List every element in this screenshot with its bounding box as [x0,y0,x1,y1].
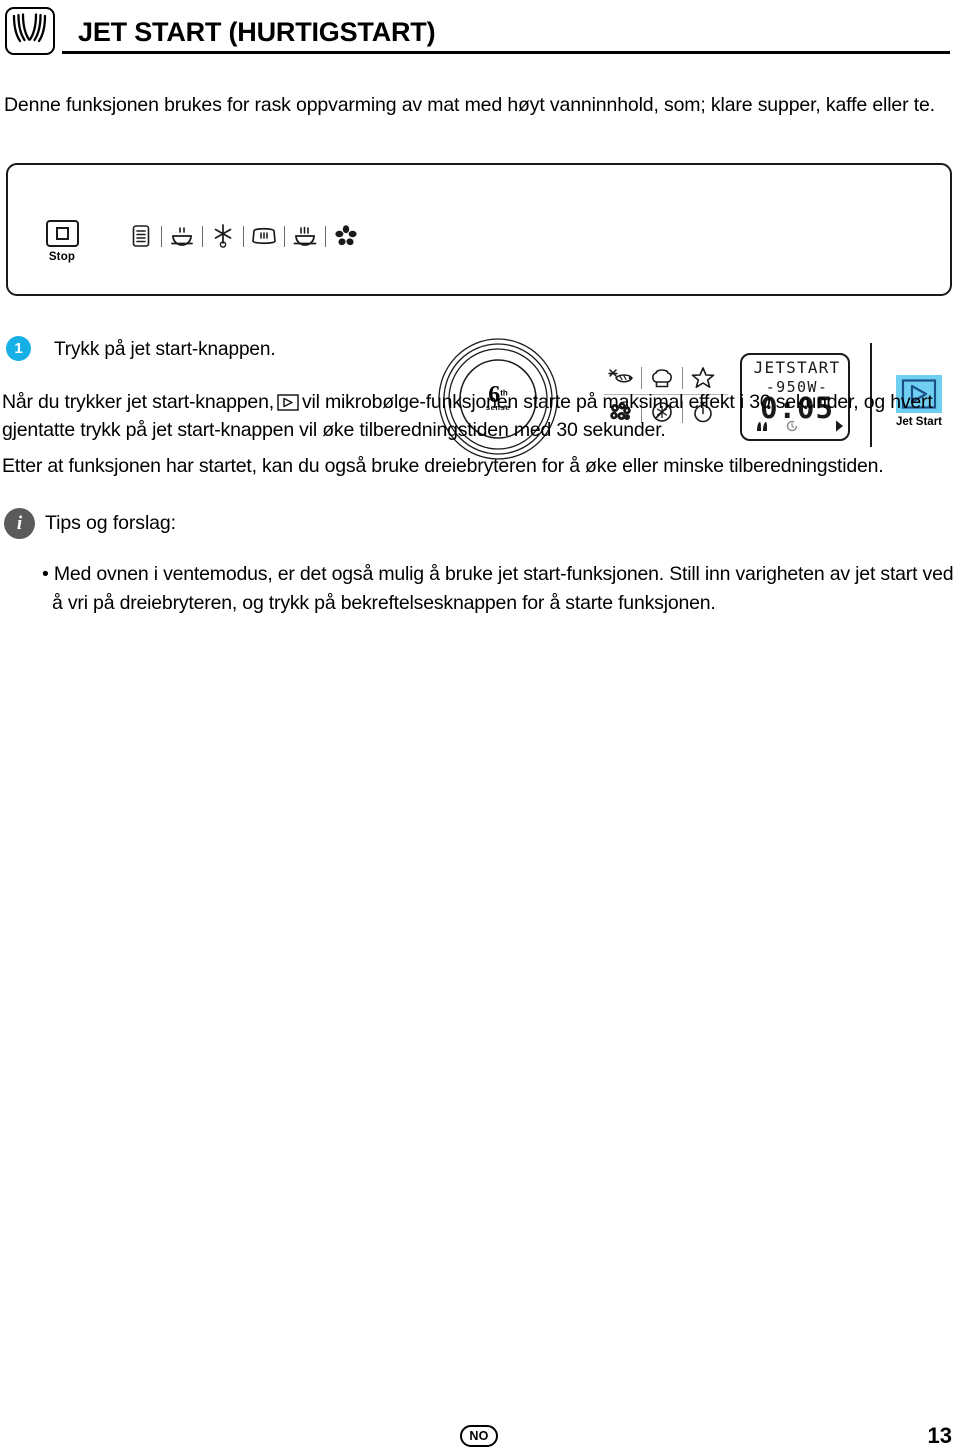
stop-button[interactable]: Stop [32,220,92,263]
defrost-snowflake-icon[interactable] [208,221,238,251]
step-number-badge: 1 [6,336,31,361]
microwave-waves-icon [5,7,55,55]
steam-dish-icon[interactable] [167,221,197,251]
header-divider [62,51,950,54]
step-1-text: Trykk på jet start-knappen. [54,339,276,360]
grill-rack-icon[interactable] [290,221,320,251]
crisp-pan-icon[interactable] [249,221,279,251]
tips-title: Tips og forslag: [45,512,176,534]
page-header: JET START (HURTIGSTART) [0,0,960,62]
icon-separator [161,225,162,247]
icon-separator [243,225,244,247]
stop-square-icon [45,220,79,247]
language-badge: NO [460,1425,498,1447]
fan-forced-air-icon[interactable] [331,221,361,251]
play-button-inline-icon [277,391,299,411]
body-paragraph-b: Etter at funksjonen har startet, kan du … [2,455,884,477]
function-icon-strip [126,221,361,251]
icon-separator [641,366,642,389]
page-number: 13 [927,1423,952,1448]
icon-separator [325,225,326,247]
tips-header: i Tips og forslag: [4,508,176,539]
page-title: JET START (HURTIGSTART) [78,17,436,47]
stop-button-label: Stop [48,251,76,263]
lcd-program-name: JETSTART [753,358,841,377]
control-panel-diagram: Stop 6th sense JETSTART -950W- 0:05 Jet … [6,163,952,460]
icon-separator [682,366,683,389]
intro-paragraph: Denne funksjonen brukes for rask oppvarm… [4,94,935,116]
menu-list-icon[interactable] [126,221,156,251]
tips-bullet: • Med ovnen i ventemodus, er det også mu… [42,563,954,614]
icon-separator [284,225,285,247]
step-1: 1 Trykk på jet start-knappen. [6,336,276,362]
info-icon: i [4,508,35,539]
paragraph-a-before: Når du trykker jet start-knappen, [2,391,274,413]
body-paragraph-a: Når du trykker jet start-knappen, vil mik… [2,388,952,444]
icon-separator [202,225,203,247]
